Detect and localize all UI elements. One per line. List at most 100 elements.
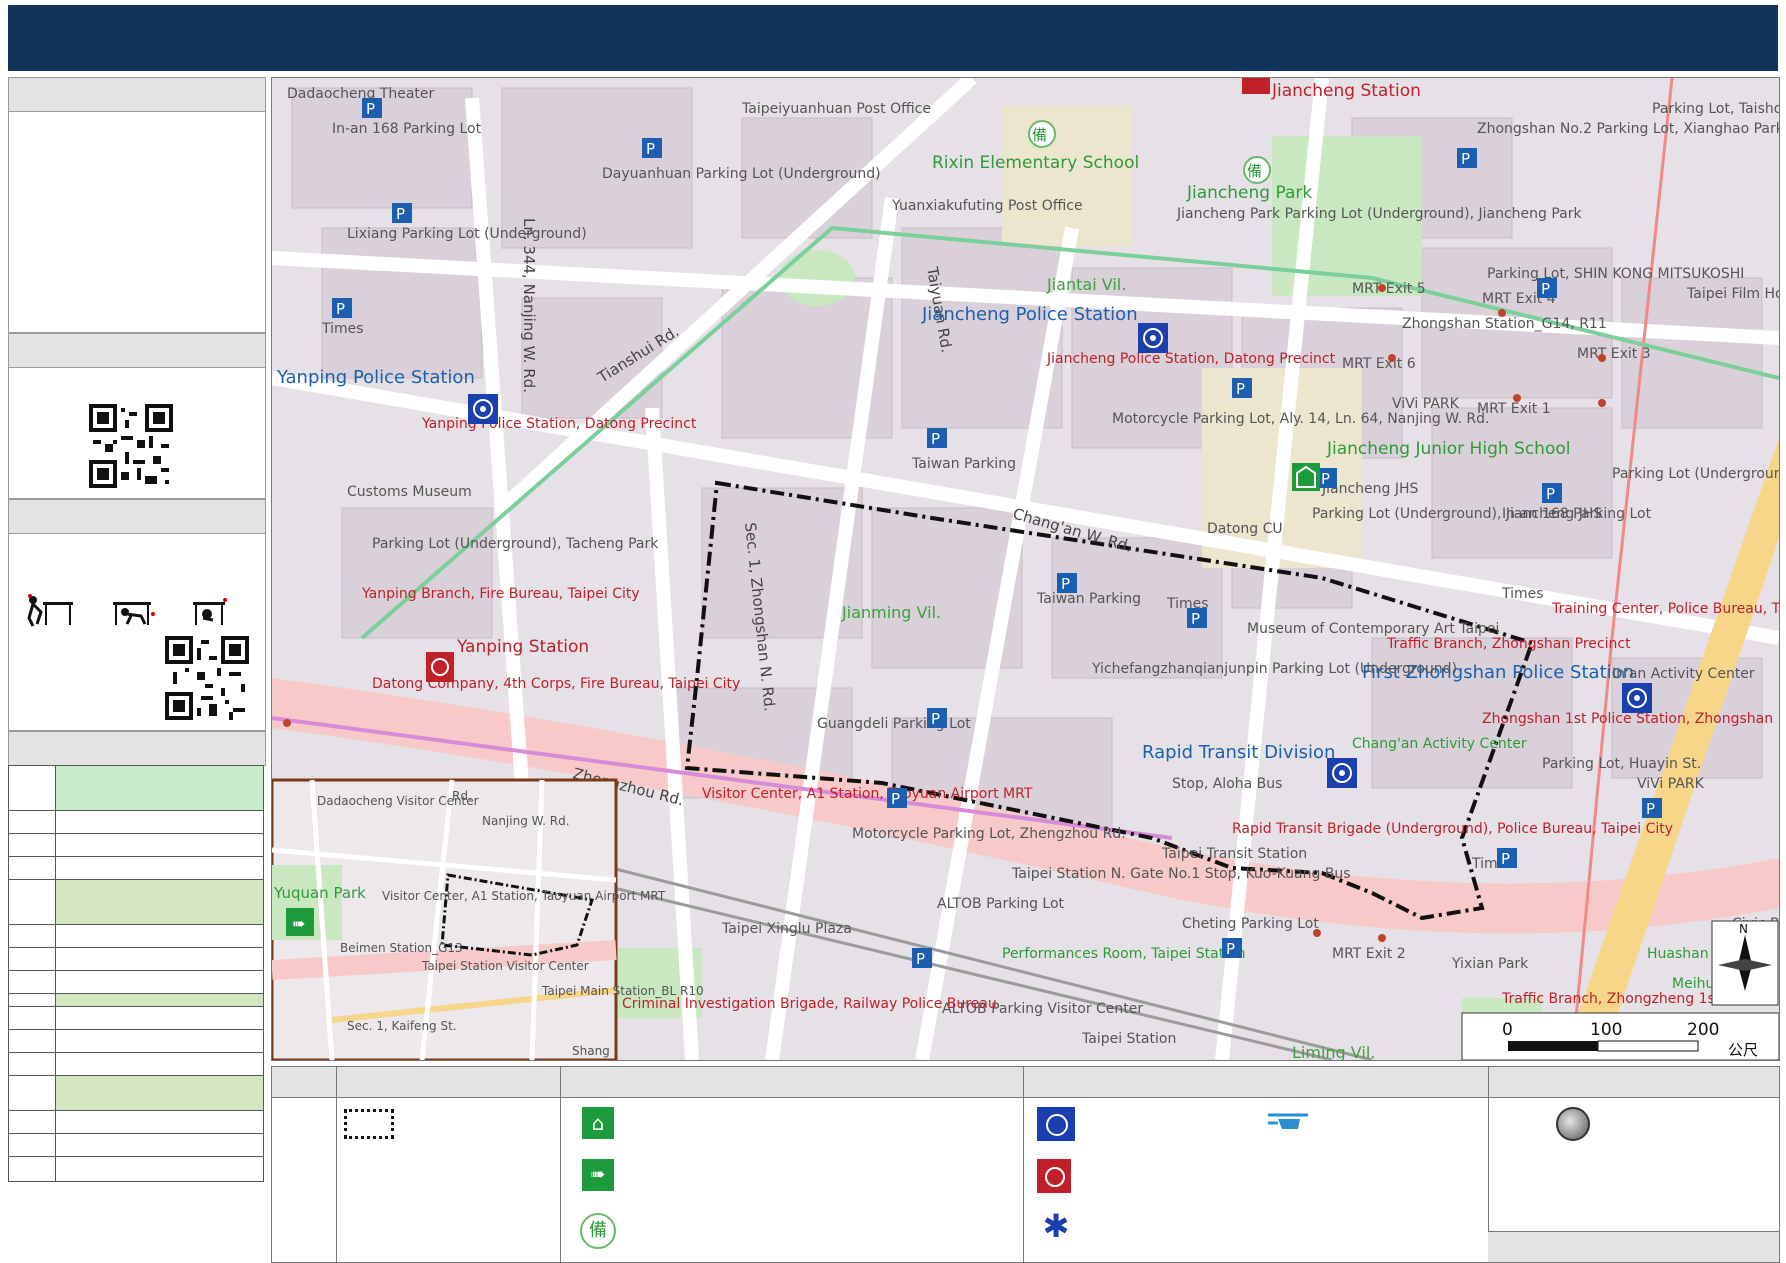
poi-label: In'an Activity Center: [1612, 666, 1755, 682]
inset-label: Yuquan Park: [273, 884, 366, 902]
poi-label: Motorcycle Parking Lot, Zhengzhou Rd.: [852, 826, 1126, 842]
road-label: Ln. 344, Nanjing W. Rd.: [520, 218, 538, 393]
inset-label: Taipei Main Station_BL R10: [541, 984, 704, 998]
parking-icon: P: [1321, 470, 1330, 488]
main-map[interactable]: Tianshui Rd. Zhengzhou Rd. Chang'an W. R…: [271, 77, 1780, 1061]
table-box-header: [9, 732, 265, 766]
poi-label: ALTOB Parking Lot: [937, 896, 1065, 912]
poi-label: MRT Exit 1: [1477, 401, 1551, 417]
parking-icon: P: [891, 790, 900, 808]
qr-box-header: [9, 334, 265, 368]
poi-label: Times: [1501, 586, 1544, 602]
inset-label: Beimen Station_G13: [340, 941, 463, 955]
assembly-point-legend-icon: [1556, 1107, 1590, 1141]
police-legend-icon: [1037, 1107, 1075, 1141]
shelter-marker: [1292, 463, 1320, 491]
parking-icon: P: [1226, 940, 1235, 958]
poi-label: Visitor Center, A1 Station, Taoyuan Airp…: [702, 786, 1033, 802]
parking-icon: P: [396, 205, 405, 223]
poi-label: Parking Lot, SHIN KONG MITSUKOSHI: [1487, 266, 1744, 282]
poi-label: In-an 168 Parking Lot: [332, 121, 482, 137]
park-label: Jiancheng Park: [1186, 183, 1312, 203]
poi-label: Taipei Station N. Gate No.1 Stop, Kuo-Ku…: [1011, 866, 1351, 882]
poi-label: Datong CU: [1207, 521, 1283, 537]
inset-label: Visitor Center, A1 Station, Taoyuan Airp…: [382, 889, 666, 903]
poi-label: Guangdeli Parking Lot: [817, 716, 971, 732]
poi-label: MRT Exit 2: [1332, 946, 1406, 962]
table-box: [8, 731, 266, 766]
title-bar: [8, 5, 1778, 71]
school-label: Rixin Elementary School: [932, 153, 1139, 173]
inset-label: Sec. 1, Kaifeng St.: [347, 1019, 457, 1033]
info-box-header: [9, 78, 265, 112]
crawl-under-table-icon: [113, 602, 155, 625]
inset-label: Taipei Station Visitor Center: [421, 959, 589, 973]
poi-label: Jiancheng Park Parking Lot (Underground)…: [1176, 206, 1582, 222]
poi-label: Rapid Transit Brigade (Underground), Pol…: [1232, 821, 1673, 837]
poi-label: Taipei Transit Station: [1161, 846, 1307, 862]
poi-label: Yuanxiakufuting Post Office: [891, 198, 1083, 214]
rixin-school-ground: [1002, 106, 1132, 246]
reserve-legend-icon: 備: [580, 1213, 616, 1249]
qr-code-safety[interactable]: [165, 636, 249, 720]
poi-label: Traffic Branch, Zhongzheng 1st: [1501, 991, 1721, 1007]
fire-label: Jiancheng Station: [1271, 81, 1421, 101]
poi-label: Parking Lot, Taishoujinro Building: [1652, 101, 1779, 117]
parking-icon: P: [1501, 850, 1510, 868]
parking-icon: P: [336, 300, 345, 318]
parking-icon: P: [1236, 380, 1245, 398]
parking-icon: P: [916, 950, 925, 968]
poi-label: Yixian Park: [1451, 956, 1529, 972]
north-arrow: N: [1711, 920, 1779, 1006]
inset-label: Rd.: [452, 789, 472, 803]
poi-label: Times: [321, 321, 364, 337]
parking-icon: P: [1541, 280, 1550, 298]
parking-icon: P: [366, 100, 375, 118]
poi-label: Parking Lot, Huayin St.: [1542, 756, 1701, 772]
poi-label: Yichefangzhanqianjunpin Parking Lot (Und…: [1091, 661, 1457, 677]
poi-label: Taipei Film House: [1686, 286, 1779, 302]
poi-label: ViVi PARK: [1637, 776, 1705, 792]
fire-legend-icon: [1037, 1159, 1071, 1193]
reserve-icon: 備: [1032, 126, 1047, 144]
poi-label: Taipeiyuanhuan Post Office: [741, 101, 931, 117]
poi-label: Performances Room, Taipei Station: [1002, 946, 1246, 962]
boundary-legend-icon: [344, 1109, 394, 1139]
district-label: Liming Vil.: [1292, 1043, 1375, 1060]
poi-label: Parking Lot (Underground), Tacheng Park: [372, 536, 659, 552]
poi-label: Customs Museum: [347, 484, 472, 500]
drop-cover-icon: [27, 594, 73, 627]
inset-label: Nanjing W. Rd.: [482, 814, 570, 828]
qr-code[interactable]: [89, 404, 173, 488]
district-label: Jianming Vil.: [841, 603, 941, 622]
poi-label: Stop, Aloha Bus: [1172, 776, 1282, 792]
poi-label: MRT Exit 5: [1352, 281, 1426, 297]
parking-icon: P: [931, 430, 940, 448]
poi-label: Dayuanhuan Parking Lot (Underground): [602, 166, 881, 182]
parking-icon: P: [1546, 485, 1555, 503]
scale-tick: 0: [1502, 1020, 1513, 1040]
poi-label: Dadaocheng Theater: [287, 86, 435, 102]
safety-box-header: [9, 500, 265, 534]
legend-header: [272, 1067, 1779, 1098]
police-label: Jiancheng Police Station: [921, 304, 1138, 325]
parking-icon: P: [1191, 610, 1200, 628]
poi-label: Lixiang Parking Lot (Underground): [347, 226, 587, 242]
inset-label: Shang: [572, 1044, 610, 1058]
shelter-legend-icon: ⌂: [582, 1107, 614, 1139]
poi-label: Cheting Parking Lot: [1182, 916, 1319, 932]
left-panel: [8, 77, 266, 1263]
medical-legend-icon: ✱: [1042, 1207, 1070, 1245]
police-label: Rapid Transit Division: [1142, 742, 1335, 763]
poi-label: Huashan: [1647, 946, 1709, 962]
parking-icon: P: [1061, 575, 1070, 593]
parking-icon: P: [1461, 150, 1470, 168]
evacuation-icon: ➠: [292, 914, 305, 933]
poi-label: Taipei Station: [1081, 1031, 1176, 1047]
poi-label: Parking Lot (Underground), SHIN: [1612, 466, 1779, 482]
info-box: [8, 77, 266, 333]
parking-icon: P: [931, 710, 940, 728]
school-label: Jiancheng Junior High School: [1326, 439, 1570, 459]
poi-label: Traffic Branch, Zhongshan Precinct: [1386, 636, 1631, 652]
map-canvas[interactable]: Tianshui Rd. Zhengzhou Rd. Chang'an W. R…: [272, 78, 1779, 1060]
